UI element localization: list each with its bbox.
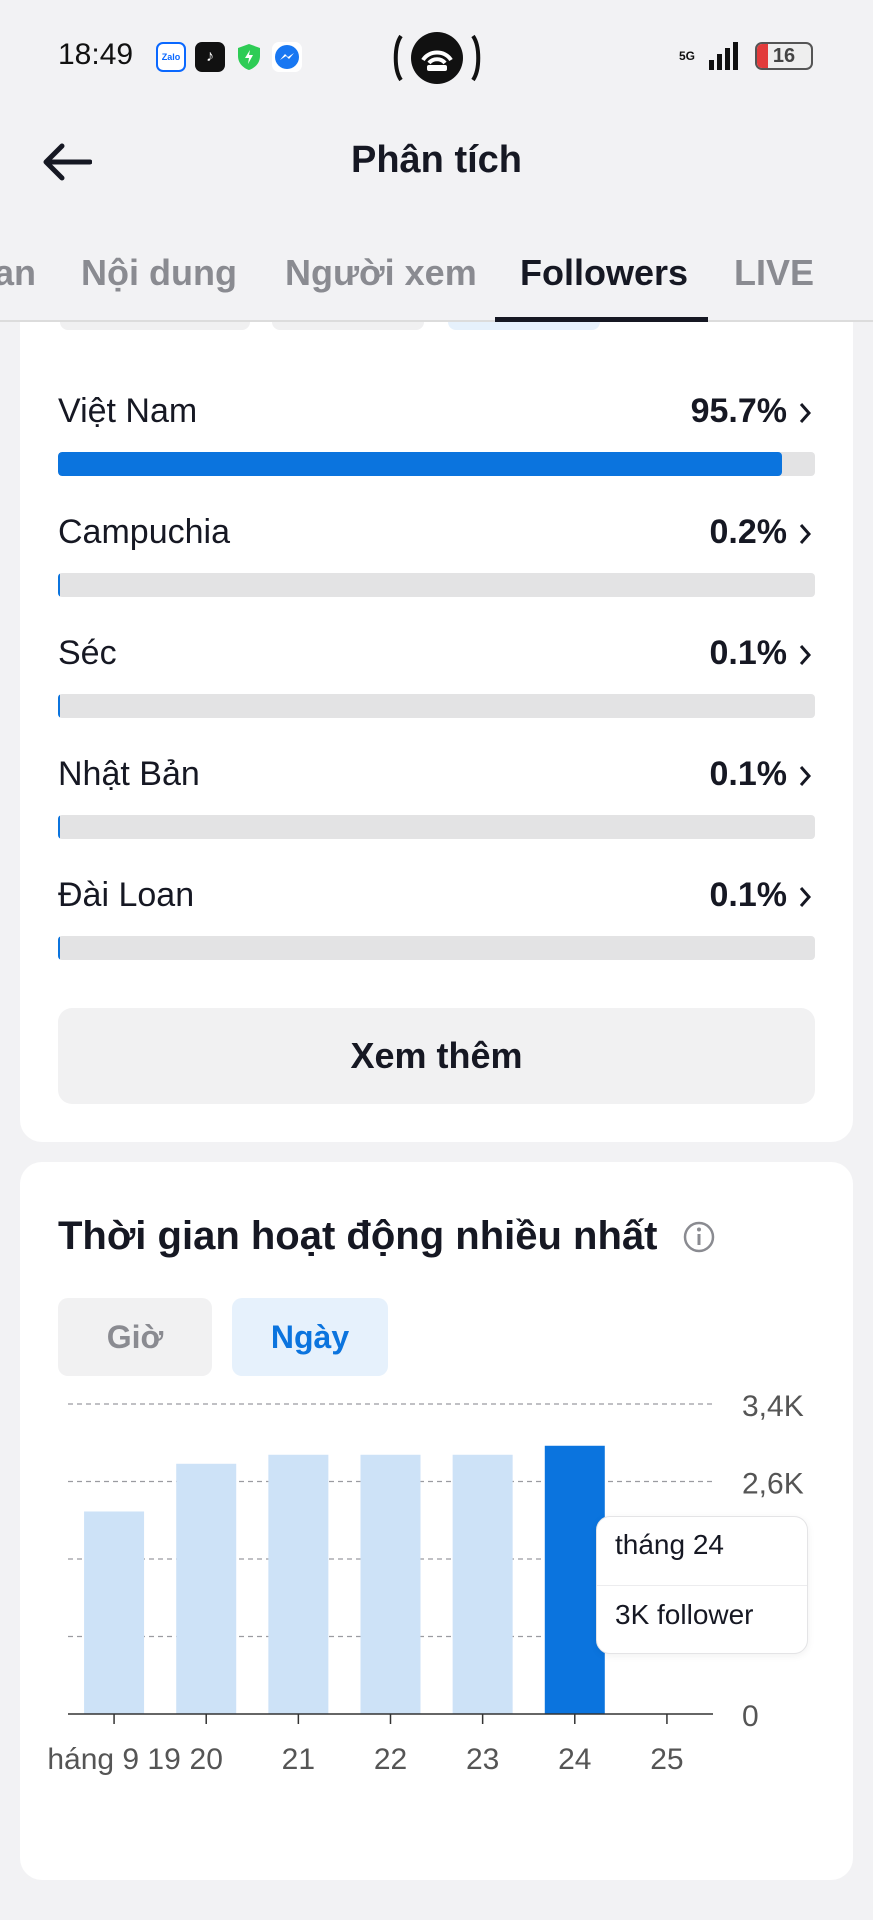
chart-bar bbox=[452, 1454, 513, 1714]
progress-fill bbox=[58, 815, 60, 839]
page-title: Phân tích bbox=[350, 139, 523, 181]
filter-pill bbox=[272, 322, 424, 330]
tab-overview[interactable]: an bbox=[0, 252, 36, 294]
chevron-right-icon bbox=[795, 638, 815, 672]
country-name: Campuchia bbox=[58, 513, 230, 551]
hotspot-icon bbox=[393, 30, 481, 86]
battery-level: 16 bbox=[772, 44, 796, 67]
country-row[interactable]: Séc 0.1% bbox=[58, 634, 815, 734]
status-time: 18:49 bbox=[58, 38, 134, 71]
country-percent: 0.1% bbox=[709, 876, 788, 914]
x-tick-label: 22 bbox=[374, 1743, 407, 1776]
country-name: Việt Nam bbox=[58, 392, 198, 430]
chart-bar bbox=[84, 1511, 145, 1714]
country-row[interactable]: Campuchia 0.2% bbox=[58, 513, 815, 613]
country-name: Séc bbox=[58, 634, 117, 672]
country-name: Nhật Bản bbox=[58, 755, 200, 793]
country-row[interactable]: Nhật Bản 0.1% bbox=[58, 755, 815, 855]
zalo-icon: Zalo bbox=[156, 42, 186, 72]
country-percent: 0.1% bbox=[709, 755, 788, 793]
chart-bar bbox=[268, 1454, 329, 1714]
filter-pill bbox=[60, 322, 250, 330]
country-percent: 0.2% bbox=[709, 513, 788, 551]
tab-bar: an Nội dung Người xem Followers LIVE bbox=[0, 230, 873, 322]
progress-fill bbox=[58, 573, 60, 597]
see-more-button[interactable]: Xem thêm bbox=[58, 1008, 815, 1104]
progress-track bbox=[58, 815, 815, 839]
chevron-right-icon bbox=[795, 396, 815, 430]
x-tick-label: 24 bbox=[558, 1743, 591, 1776]
x-tick-label: 25 bbox=[650, 1743, 683, 1776]
tooltip-divider bbox=[597, 1585, 807, 1586]
tiktok-icon: ♪ bbox=[195, 42, 225, 72]
progress-fill bbox=[58, 694, 60, 718]
y-tick-label: 0 bbox=[742, 1700, 759, 1733]
y-tick-label: 2,6K bbox=[742, 1468, 804, 1501]
app-header: Phân tích bbox=[0, 115, 873, 205]
chevron-right-icon bbox=[795, 759, 815, 793]
tab-followers[interactable]: Followers bbox=[520, 252, 688, 294]
chevron-right-icon bbox=[795, 517, 815, 551]
progress-track bbox=[58, 694, 815, 718]
tab-content[interactable]: Nội dung bbox=[81, 252, 237, 294]
messenger-icon bbox=[272, 42, 302, 72]
y-tick-label: 3,4K bbox=[742, 1392, 804, 1423]
chart-bar bbox=[176, 1463, 237, 1714]
filter-pill bbox=[448, 322, 600, 330]
status-bar: 18:49 Zalo ♪ 5G 16 bbox=[0, 0, 873, 115]
shield-icon bbox=[234, 42, 264, 72]
x-tick-label: háng 9 19 bbox=[47, 1743, 180, 1776]
segment-day[interactable]: Ngày bbox=[232, 1298, 388, 1376]
country-row[interactable]: Việt Nam 95.7% bbox=[58, 392, 815, 492]
chart-bar bbox=[360, 1454, 421, 1714]
country-row[interactable]: Đài Loan 0.1% bbox=[58, 876, 815, 976]
progress-fill bbox=[58, 936, 60, 960]
x-tick-label: 20 bbox=[190, 1743, 223, 1776]
segment-hour[interactable]: Giờ bbox=[58, 1298, 212, 1376]
tooltip-date: tháng 24 bbox=[615, 1529, 724, 1560]
x-tick-label: 23 bbox=[466, 1743, 499, 1776]
signal-icon bbox=[709, 42, 738, 70]
zalo-label: Zalo bbox=[161, 52, 181, 62]
chevron-right-icon bbox=[795, 880, 815, 914]
progress-fill bbox=[58, 452, 783, 476]
top-countries-card: Việt Nam 95.7% Campuchia 0.2% Séc 0.1% N… bbox=[20, 322, 853, 1142]
section-title: Thời gian hoạt động nhiều nhất bbox=[58, 1214, 658, 1258]
tab-live[interactable]: LIVE bbox=[734, 252, 814, 294]
network-label: 5G bbox=[678, 49, 695, 63]
x-tick-label: 21 bbox=[282, 1743, 315, 1776]
country-name: Đài Loan bbox=[58, 876, 195, 914]
battery-icon: 16 bbox=[755, 42, 813, 70]
progress-track bbox=[58, 573, 815, 597]
chart-tooltip: tháng 24 3K follower bbox=[596, 1516, 808, 1654]
tooltip-value: 3K follower bbox=[615, 1599, 754, 1630]
country-percent: 95.7% bbox=[690, 392, 787, 430]
progress-track bbox=[58, 452, 815, 476]
country-percent: 0.1% bbox=[709, 634, 788, 672]
system-indicators: 5G 16 bbox=[679, 40, 813, 72]
progress-track bbox=[58, 936, 815, 960]
tab-viewers[interactable]: Người xem bbox=[285, 252, 477, 294]
info-icon[interactable] bbox=[682, 1220, 716, 1254]
